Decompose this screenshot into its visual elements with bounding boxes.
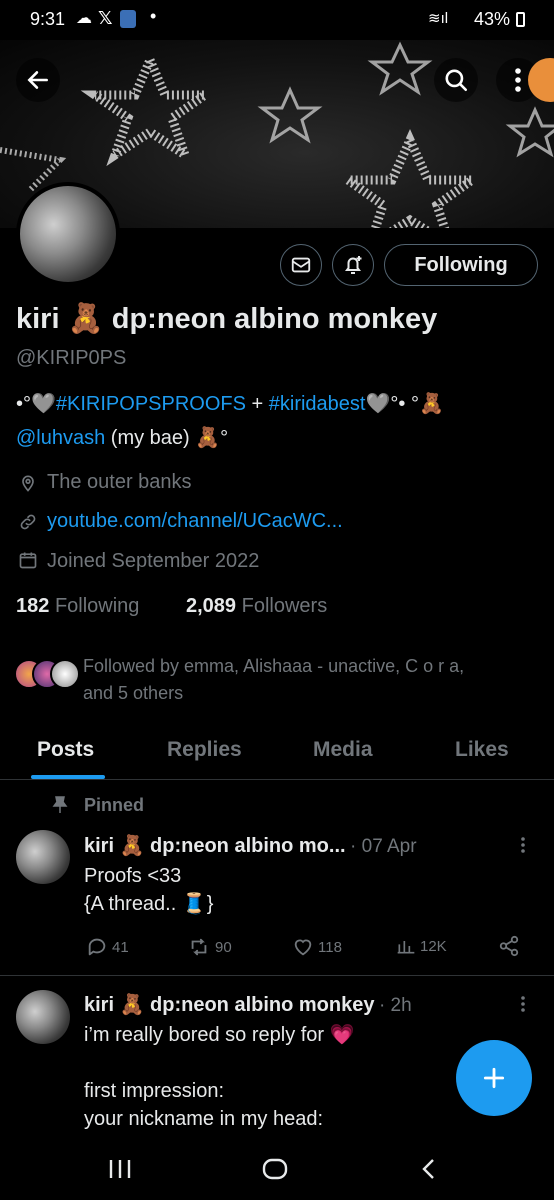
system-nav-bar <box>0 1136 554 1200</box>
tweet-date[interactable]: · 07 Apr <box>350 836 417 857</box>
following-label: Following <box>54 595 140 617</box>
tweet-text-line-3: your nickname in my head: <box>84 1108 324 1130</box>
status-time: 9:31 <box>30 9 66 29</box>
tweet-header: kiri 🧸 dp:neon albino mo... · 07 Apr <box>84 833 417 858</box>
message-button[interactable] <box>280 244 322 286</box>
following-button[interactable]: Following <box>384 244 538 286</box>
tweet-more-icon[interactable] <box>520 995 526 1018</box>
tweet-avatar[interactable] <box>16 830 70 884</box>
follower-avatar <box>50 659 80 689</box>
retweet-count: 90 <box>215 938 232 956</box>
tweet-text-line-1: i’m really bored so reply for 💗 <box>84 1024 355 1046</box>
pin-icon <box>52 796 68 819</box>
reply-count: 41 <box>112 938 129 956</box>
home-icon[interactable] <box>262 1158 288 1185</box>
bio-hashtag-kiridabest[interactable]: #kiridabest <box>269 393 366 415</box>
bio-hashtag-kiripopsproofs[interactable]: #KIRIPOPSPROOFS <box>56 393 246 415</box>
following-count: 182 <box>16 595 50 617</box>
profile-bio-line-1: •°🩶#KIRIPOPSPROOFS + #kiridabest🩶°• °🧸 <box>16 391 444 416</box>
link-icon <box>18 512 38 537</box>
bio-plus: + <box>245 393 269 415</box>
tweet-text-line-1: Proofs <33 <box>84 865 182 887</box>
profile-bio-line-2: @luhvash (my bae) 🧸° <box>16 425 228 450</box>
wifi-signal-icon: ≋ıl <box>428 10 449 27</box>
retweet-icon <box>191 938 207 956</box>
followers-count-link[interactable]: 2,089 Followers <box>186 595 327 618</box>
tweet-text-line-2: {A thread.. 🧵} <box>84 893 214 915</box>
plus-icon <box>483 1067 505 1089</box>
calendar-icon <box>18 550 38 575</box>
views-bar-chart-icon <box>397 941 415 954</box>
tweet-text[interactable]: Proofs <33 {A thread.. 🧵} <box>84 862 213 918</box>
tabs-divider <box>0 779 554 780</box>
reply-icon <box>88 938 106 956</box>
bio-decoration: •°🩶 <box>16 393 56 415</box>
tweet-date[interactable]: · 2h <box>379 995 412 1016</box>
tab-media[interactable]: Media <box>313 738 373 762</box>
arrow-left-icon <box>27 71 48 89</box>
search-button[interactable] <box>434 58 478 102</box>
more-notifications-dot-icon: • <box>150 6 157 26</box>
heart-icon <box>294 939 312 956</box>
tab-likes[interactable]: Likes <box>455 738 509 762</box>
bell-plus-icon <box>345 256 362 274</box>
like-button[interactable]: 118 <box>292 936 342 958</box>
tab-posts[interactable]: Posts <box>37 738 94 762</box>
recent-apps-icon[interactable] <box>108 1158 132 1185</box>
bio-decoration-end: 🩶°• °🧸 <box>365 393 444 415</box>
followers-label: Followers <box>241 595 328 617</box>
tweet-divider <box>0 975 554 976</box>
share-icon <box>499 935 519 957</box>
like-count: 118 <box>318 938 342 956</box>
tweet-header: kiri 🧸 dp:neon albino monkey · 2h <box>84 992 412 1017</box>
envelope-icon <box>291 257 311 273</box>
location-pin-icon <box>18 472 38 499</box>
reply-button[interactable]: 41 <box>86 936 129 958</box>
tweet-text-line-2: first impression: <box>84 1080 225 1102</box>
tweet-text-spacer <box>84 1049 355 1077</box>
following-count-link[interactable]: 182 Following <box>16 595 139 618</box>
profile-website-link[interactable]: youtube.com/channel/UCacWC... <box>47 510 343 533</box>
bio-mention-luhvash[interactable]: @luhvash <box>16 427 105 449</box>
views-button[interactable]: 12K <box>396 936 447 956</box>
followed-by-avatars[interactable] <box>14 659 80 693</box>
profile-location: The outer banks <box>47 471 192 493</box>
tweet-author-name[interactable]: kiri 🧸 dp:neon albino monkey <box>84 994 375 1016</box>
profile-display-name: kiri 🧸 dp:neon albino monkey <box>16 303 438 335</box>
profile-avatar[interactable] <box>16 182 120 286</box>
search-icon <box>445 69 468 92</box>
battery-icon <box>516 12 525 27</box>
status-bar: 9:31 ☁ 𝕏 • ≋ıl 43% <box>0 0 554 40</box>
back-nav-icon[interactable] <box>420 1158 436 1185</box>
views-count: 12K <box>420 937 447 955</box>
tab-replies[interactable]: Replies <box>167 738 242 762</box>
followers-count: 2,089 <box>186 595 237 617</box>
bio-mention-note: (my bae) 🧸° <box>105 427 229 449</box>
x-logo-icon: 𝕏 <box>98 8 113 28</box>
back-button[interactable] <box>16 58 60 102</box>
tweet-avatar[interactable] <box>16 990 70 1044</box>
tweet-text[interactable]: i’m really bored so reply for 💗 first im… <box>84 1021 355 1133</box>
cloud-icon: ☁ <box>76 10 92 27</box>
battery-percent: 43% <box>474 9 511 29</box>
pinned-label: Pinned <box>84 795 145 815</box>
profile-handle: @KIRIP0PS <box>16 347 127 369</box>
tweet-more-icon[interactable] <box>520 836 526 859</box>
followed-by-line-2: and 5 others <box>83 683 184 703</box>
tweet-author-name[interactable]: kiri 🧸 dp:neon albino mo... <box>84 835 346 857</box>
app-notification-icon <box>120 10 136 28</box>
retweet-button[interactable]: 90 <box>187 936 232 958</box>
followed-by-line-1: Followed by emma, Alishaaa - unactive, C… <box>83 656 465 676</box>
compose-post-button[interactable] <box>456 1040 532 1116</box>
followed-by-text[interactable]: Followed by emma, Alishaaa - unactive, C… <box>83 653 464 707</box>
profile-joined-date: Joined September 2022 <box>47 550 260 572</box>
more-vertical-icon <box>515 68 521 92</box>
notifications-button[interactable] <box>332 244 374 286</box>
share-button[interactable] <box>498 935 520 962</box>
